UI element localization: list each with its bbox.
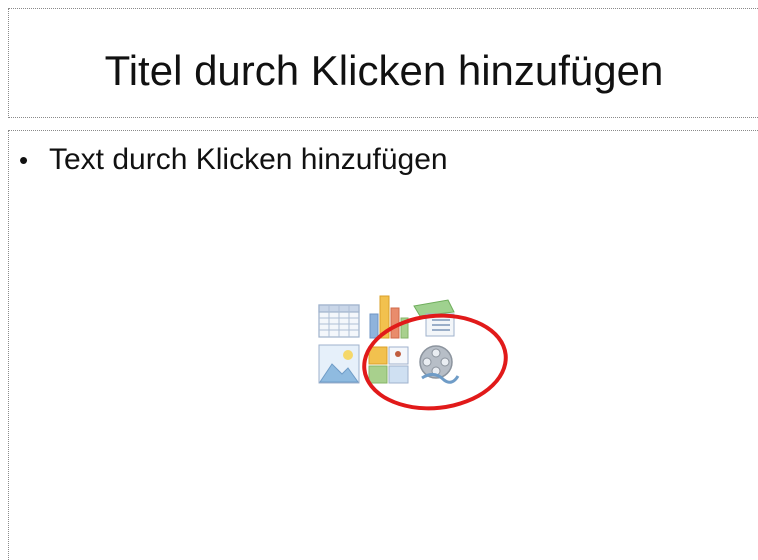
title-placeholder[interactable]: Titel durch Klicken hinzufügen	[8, 8, 758, 118]
table-icon[interactable]	[318, 304, 360, 338]
content-placeholder-text: Text durch Klicken hinzufügen	[49, 143, 448, 176]
bullet-line: • Text durch Klicken hinzufügen	[19, 143, 448, 177]
title-placeholder-text: Titel durch Klicken hinzufügen	[104, 47, 664, 94]
picture-icon[interactable]	[318, 344, 360, 384]
bullet-glyph: •	[19, 144, 29, 175]
